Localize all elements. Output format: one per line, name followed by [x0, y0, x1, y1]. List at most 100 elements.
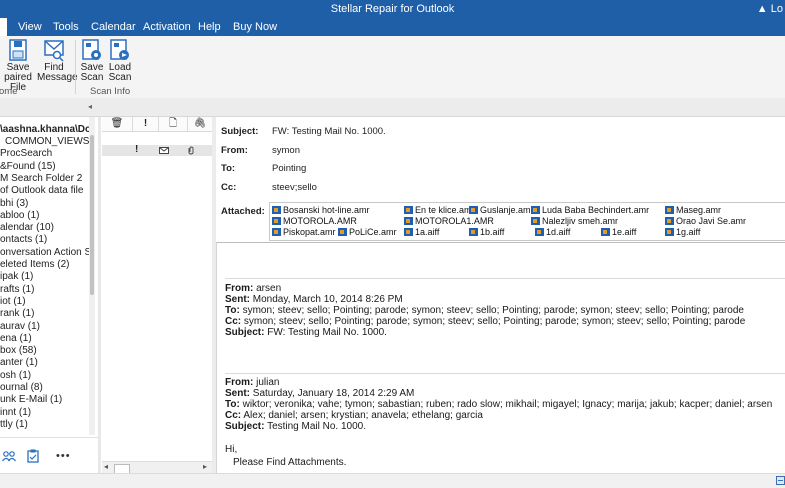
- audio-file-icon: [535, 228, 544, 236]
- tree-item[interactable]: \aashna.khanna\Downl: [0, 124, 92, 135]
- tree-item[interactable]: ena (1): [0, 333, 32, 344]
- login-area[interactable]: ▲ Lo: [757, 3, 783, 15]
- tree-item[interactable]: iot (1): [0, 296, 26, 307]
- attachment-item[interactable]: 1b.aiff: [469, 227, 504, 237]
- tree-item[interactable]: rafts (1): [0, 284, 34, 295]
- attachment-item[interactable]: MOTOROLA1.AMR: [404, 216, 494, 226]
- cc-value: Alex; daniel; arsen; krystian; anavela; …: [243, 410, 483, 421]
- menu-help[interactable]: Help: [198, 21, 221, 33]
- attachment-item[interactable]: Luda Baba Bechindert.amr: [531, 205, 649, 215]
- tree-item[interactable]: COMMON_VIEWS: [5, 136, 89, 147]
- tree-item[interactable]: ontacts (1): [0, 234, 47, 245]
- pane-splitter-left[interactable]: [98, 117, 101, 473]
- attachment-item[interactable]: Bosanski hot-line.amr: [272, 205, 370, 215]
- menu-buy-now[interactable]: Buy Now: [233, 21, 277, 33]
- attachment-item[interactable]: Piskopat.amr: [272, 227, 336, 237]
- scroll-right-icon[interactable]: ▸: [203, 462, 207, 471]
- attachment-item[interactable]: En te klice.amr: [404, 205, 475, 215]
- attachment-item[interactable]: 1e.aiff: [601, 227, 636, 237]
- tree-item[interactable]: box (58): [0, 345, 37, 356]
- tree-item[interactable]: innt (1): [0, 407, 31, 418]
- save-repaired-file-button[interactable]: Save paired File: [0, 38, 38, 93]
- attachment-item[interactable]: PoLiCe.amr: [338, 227, 397, 237]
- collapse-pane-icon[interactable]: ◂: [88, 102, 92, 111]
- from-value: symon: [272, 145, 300, 156]
- sent-value: Saturday, January 18, 2014 2:29 AM: [252, 388, 415, 399]
- more-icon[interactable]: •••: [56, 450, 71, 462]
- tree-item[interactable]: abloo (1): [0, 210, 39, 221]
- attached-label: Attached:: [221, 206, 265, 217]
- attachment-item[interactable]: Orao Javi Se.amr: [665, 216, 746, 226]
- tree-item[interactable]: of Outlook data file: [0, 185, 83, 196]
- to-value: symon; steev; sello; Pointing; parode; s…: [242, 305, 744, 316]
- attachment-item[interactable]: Nalezljiv smeh.amr: [531, 216, 618, 226]
- table-row[interactable]: !: [102, 144, 212, 156]
- tree-item[interactable]: &Found (15): [0, 161, 56, 172]
- list-header-type[interactable]: 🗋: [159, 117, 188, 132]
- attachment-name: 1a.aiff: [415, 227, 440, 237]
- people-icon[interactable]: [2, 450, 16, 462]
- scroll-left-icon[interactable]: ◂: [104, 462, 108, 471]
- subject-value: Testing Mail No. 1000.: [267, 421, 367, 432]
- attachment-item[interactable]: MOTOROLA.AMR: [272, 216, 357, 226]
- tree-item[interactable]: M Search Folder 2: [0, 173, 82, 184]
- audio-file-icon: [272, 206, 281, 214]
- attachment-item[interactable]: 1d.aiff: [535, 227, 570, 237]
- list-header-attachment[interactable]: 🖇: [188, 117, 212, 132]
- tree-item[interactable]: unk E-Mail (1): [0, 394, 62, 405]
- subject-label: Subject:: [221, 126, 259, 137]
- menu-view[interactable]: View: [18, 21, 42, 33]
- navigation-footer: •••: [0, 437, 100, 474]
- trash-icon: 🗑: [110, 118, 124, 129]
- sent-label: Sent:: [225, 294, 250, 305]
- cc-label: Cc:: [225, 316, 242, 327]
- folder-tree-scrollbar[interactable]: [89, 117, 95, 435]
- from-value: arsen: [256, 283, 282, 294]
- scrollbar-thumb[interactable]: [90, 135, 94, 295]
- menu-activation[interactable]: Activation: [143, 21, 191, 33]
- tree-item[interactable]: ournal (8): [0, 382, 43, 393]
- tree-item[interactable]: alendar (10): [0, 222, 54, 233]
- audio-file-icon: [665, 206, 674, 214]
- audio-file-icon: [272, 228, 281, 236]
- tree-item[interactable]: ttly (1): [0, 419, 28, 430]
- attachment-name: MOTOROLA1.AMR: [415, 216, 494, 226]
- find-message-line2: Message: [37, 72, 78, 83]
- message-body: From: arsen Sent: Monday, March 10, 2014…: [216, 242, 785, 474]
- tree-item[interactable]: osh (1): [0, 370, 31, 381]
- login-label: Lo: [770, 3, 783, 15]
- attachment-item[interactable]: 1g.aiff: [665, 227, 700, 237]
- attachment-item[interactable]: Maseg.amr: [665, 205, 721, 215]
- attachment-name: Orao Javi Se.amr: [676, 216, 747, 226]
- attachment-name: 1e.aiff: [612, 227, 637, 237]
- find-message-button[interactable]: Find Message: [37, 38, 78, 83]
- tree-item[interactable]: onversation Action Setti: [0, 247, 92, 258]
- cc-label: Cc:: [221, 182, 237, 193]
- tree-item[interactable]: rank (1): [0, 308, 34, 319]
- body-from-line: From: julian: [225, 377, 279, 388]
- tree-item[interactable]: anter (1): [0, 357, 38, 368]
- tree-item[interactable]: eleted Items (2): [0, 259, 69, 270]
- tree-item[interactable]: ProcSearch: [0, 148, 52, 159]
- attachment-item[interactable]: Guslanje.amr: [469, 205, 534, 215]
- attach-icon: 🖇: [193, 118, 207, 129]
- ribbon-separator: [75, 40, 76, 94]
- folder-tree: \aashna.khanna\DownlCOMMON_VIEWSProcSear…: [0, 117, 92, 435]
- load-scan-line2: Scan: [108, 72, 132, 83]
- tab-home-active[interactable]: [0, 18, 7, 36]
- window-title: Stellar Repair for Outlook: [330, 3, 455, 15]
- menu-tools[interactable]: Tools: [53, 21, 79, 33]
- attachment-item[interactable]: 1a.aiff: [404, 227, 439, 237]
- attachment-name: Maseg.amr: [676, 205, 722, 215]
- tree-item[interactable]: bhi (3): [0, 198, 28, 209]
- save-scan-button[interactable]: Save Scan: [80, 38, 104, 83]
- load-scan-button[interactable]: Load Scan: [108, 38, 132, 83]
- menu-calendar[interactable]: Calendar: [91, 21, 136, 33]
- tree-item[interactable]: aurav (1): [0, 321, 40, 332]
- tasks-icon[interactable]: [27, 449, 39, 463]
- attachment-name: MOTOROLA.AMR: [283, 216, 357, 226]
- list-header-delete[interactable]: 🗑: [102, 117, 133, 132]
- status-icon[interactable]: [776, 476, 785, 485]
- tree-item[interactable]: ipak (1): [0, 271, 33, 282]
- list-header-importance[interactable]: !: [133, 117, 159, 132]
